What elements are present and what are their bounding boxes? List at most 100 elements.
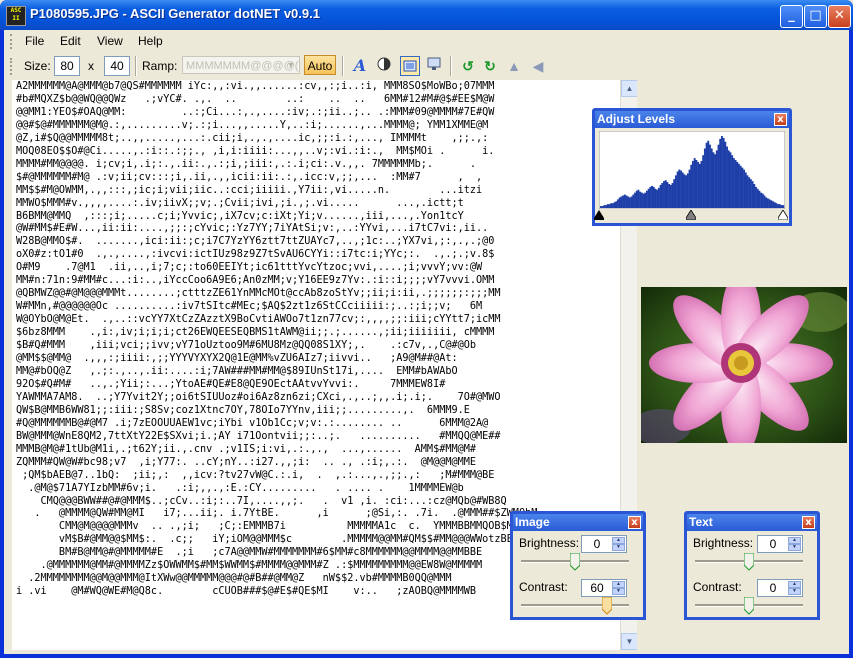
midpoint-slider[interactable] bbox=[685, 209, 697, 221]
image-brightness-slider[interactable] bbox=[569, 552, 581, 571]
spin-down-icon[interactable]: ▼ bbox=[788, 588, 801, 595]
histogram-bar bbox=[678, 169, 681, 208]
menu-grip-icon[interactable] bbox=[10, 34, 14, 49]
histogram-bar bbox=[727, 150, 730, 208]
flip-vertical-icon[interactable]: ▲ bbox=[504, 56, 524, 76]
minimize-button[interactable]: _ bbox=[780, 5, 803, 28]
ramp-value: MMMMMMM@@@@( bbox=[186, 60, 299, 72]
contrast-icon[interactable] bbox=[374, 56, 394, 76]
menu-help[interactable]: Help bbox=[138, 34, 163, 48]
histogram-bar bbox=[734, 160, 737, 208]
text-window-close-icon[interactable]: x bbox=[802, 516, 815, 529]
ascii-line: .@M@$71A7YIzbMM#6v;i. .:i;,,.,:E.:CY....… bbox=[28, 482, 464, 494]
scroll-up-icon[interactable]: ▲ bbox=[621, 80, 638, 97]
histogram-bar bbox=[686, 173, 689, 208]
spin-up-icon[interactable]: ▲ bbox=[788, 581, 801, 588]
text-brightness-slider[interactable] bbox=[743, 552, 755, 571]
menu-edit[interactable]: Edit bbox=[60, 34, 81, 48]
text-adjust-window[interactable]: Text x Brightness: 0 ▲ ▼ Contrast: 0 ▲ ▼ bbox=[684, 511, 820, 620]
black-point-slider[interactable] bbox=[594, 209, 604, 220]
main-window: ASC II P1080595.JPG - ASCII Generator do… bbox=[0, 0, 853, 658]
ramp-combo[interactable]: MMMMMMM@@@@( ▼ bbox=[182, 56, 300, 74]
maximize-button[interactable]: □ bbox=[804, 5, 827, 28]
ascii-line: O#M9 .7@M1 .ii,..,i;7;c;:to60EEIYt;ic61t… bbox=[16, 262, 483, 274]
image-adjust-window[interactable]: Image x Brightness: 0 ▲ ▼ Contrast: 60 ▲… bbox=[510, 511, 646, 620]
frame-icon[interactable] bbox=[400, 56, 420, 76]
histogram-bar bbox=[666, 182, 669, 208]
rotate-right-icon[interactable]: ↻ bbox=[480, 56, 500, 76]
toolbar-separator bbox=[450, 56, 452, 76]
text-brightness-value[interactable]: 0 bbox=[758, 536, 788, 552]
spin-down-icon[interactable]: ▼ bbox=[788, 544, 801, 551]
rotate-left-icon[interactable]: ↺ bbox=[458, 56, 478, 76]
font-icon[interactable]: A bbox=[350, 56, 370, 76]
flip-horizontal-icon[interactable]: ◀ bbox=[528, 56, 548, 76]
histogram-bar bbox=[646, 190, 648, 208]
menu-file[interactable]: File bbox=[25, 34, 44, 48]
menu-view[interactable]: View bbox=[97, 34, 123, 48]
histogram-bar bbox=[744, 172, 747, 208]
text-contrast-slider[interactable] bbox=[743, 596, 755, 615]
title-bar[interactable]: ASC II P1080595.JPG - ASCII Generator do… bbox=[0, 0, 853, 30]
text-contrast-spinner[interactable]: 0 ▲ ▼ bbox=[757, 579, 803, 597]
image-window-title[interactable]: Image bbox=[513, 514, 643, 531]
image-contrast-spinner[interactable]: 60 ▲ ▼ bbox=[581, 579, 627, 597]
ascii-line: MM@#bOQ@Z ,.;:.,..,.ii:....:i;7AW###MM#M… bbox=[16, 365, 458, 377]
histogram-bar bbox=[603, 205, 606, 208]
histogram-bar bbox=[642, 193, 645, 208]
spin-up-icon[interactable]: ▲ bbox=[788, 537, 801, 544]
ascii-line: @QBMWZ@@#@M@@@MMMt........;ctttzZE61YnMM… bbox=[16, 288, 501, 300]
histogram-bar bbox=[777, 204, 780, 208]
histogram-bar bbox=[770, 200, 773, 208]
histogram-bar bbox=[613, 202, 616, 208]
adjust-levels-close-icon[interactable]: x bbox=[774, 113, 787, 126]
text-brightness-spinner[interactable]: 0 ▲ ▼ bbox=[757, 535, 803, 553]
toolbar-grip-icon[interactable] bbox=[10, 58, 14, 75]
image-contrast-label: Contrast: bbox=[519, 580, 568, 594]
ascii-line: MM#n:71n:9#MM#c...:i:..,iYccCoo6A9E6;An0… bbox=[16, 275, 495, 287]
chevron-down-icon[interactable]: ▼ bbox=[284, 58, 298, 72]
image-contrast-slider[interactable] bbox=[601, 596, 613, 615]
text-window-title[interactable]: Text bbox=[687, 514, 817, 531]
spin-down-icon[interactable]: ▼ bbox=[612, 588, 625, 595]
image-window-close-icon[interactable]: x bbox=[628, 516, 641, 529]
scroll-down-icon[interactable]: ▼ bbox=[621, 633, 638, 650]
size-x-label: x bbox=[88, 59, 94, 73]
monitor-icon[interactable] bbox=[424, 56, 444, 76]
spin-up-icon[interactable]: ▲ bbox=[612, 581, 625, 588]
histogram-bar bbox=[656, 189, 659, 208]
spin-down-icon[interactable]: ▼ bbox=[612, 544, 625, 551]
histogram-bar bbox=[661, 183, 664, 208]
histogram-bar bbox=[739, 165, 742, 208]
ascii-line: MMWO$MMM#v.,,,,....:.iv;iivX;;v;.;Cvii;i… bbox=[16, 197, 464, 209]
adjust-levels-window[interactable]: Adjust Levels x bbox=[592, 108, 792, 226]
text-contrast-value[interactable]: 0 bbox=[758, 580, 788, 596]
histogram-bar bbox=[724, 141, 727, 208]
histogram-bar bbox=[703, 148, 706, 208]
histogram-bar bbox=[695, 160, 698, 208]
ascii-line: $#@MMMMMM#M@ .:v;ii;cv:::;i,.ii,.,,icii:… bbox=[16, 171, 483, 183]
image-contrast-track[interactable] bbox=[521, 604, 629, 607]
spin-up-icon[interactable]: ▲ bbox=[612, 537, 625, 544]
image-brightness-spinner[interactable]: 0 ▲ ▼ bbox=[581, 535, 627, 553]
ascii-line: i .vi @M#WQ@WE#M@Q8c. cCUOB###$@#E$#QE$M… bbox=[16, 586, 477, 598]
image-brightness-value[interactable]: 0 bbox=[582, 536, 612, 552]
image-contrast-value[interactable]: 60 bbox=[582, 580, 612, 596]
histogram-bar bbox=[697, 161, 700, 208]
close-button[interactable]: ✕ bbox=[828, 5, 851, 28]
histogram-bar bbox=[617, 199, 619, 208]
ascii-line: . @MMMM@QW#MM@MI i7;...ii;. i.7YtBE. ,i … bbox=[34, 508, 538, 520]
histogram-bar bbox=[632, 194, 635, 208]
height-input[interactable]: 40 bbox=[104, 56, 130, 76]
histogram-bar bbox=[657, 187, 660, 208]
width-input[interactable]: 80 bbox=[54, 56, 80, 76]
histogram-bar bbox=[773, 202, 776, 208]
white-point-slider[interactable] bbox=[777, 209, 789, 221]
adjust-levels-title[interactable]: Adjust Levels bbox=[595, 111, 789, 128]
window-title: P1080595.JPG - ASCII Generator dotNET v0… bbox=[30, 6, 320, 21]
auto-button[interactable]: Auto bbox=[304, 55, 336, 75]
ascii-line: @MM$$@MM@ .,,,:;iiii:,;;YYYVYXYX2Q@1E@MM… bbox=[16, 353, 458, 365]
histogram-bar bbox=[729, 152, 732, 208]
histogram-bar bbox=[690, 164, 693, 208]
histogram-bar bbox=[743, 169, 746, 208]
